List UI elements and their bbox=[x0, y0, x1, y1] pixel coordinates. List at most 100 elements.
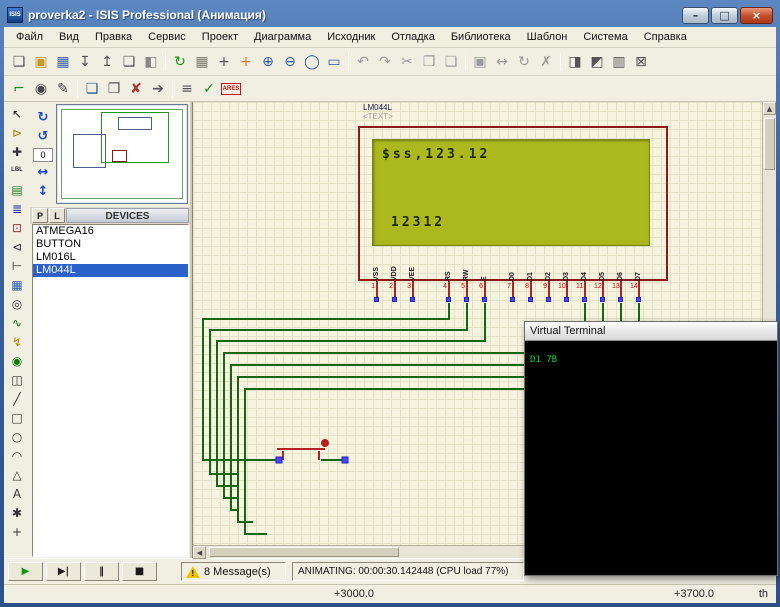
new-sheet-button[interactable]: ❐ bbox=[103, 78, 125, 100]
2d-box-mode-button[interactable]: □ bbox=[7, 408, 28, 427]
zoom-in-button[interactable]: ⊕ bbox=[257, 51, 279, 73]
2d-line-mode-button[interactable]: ╱ bbox=[7, 389, 28, 408]
2d-circle-mode-button[interactable]: ○ bbox=[7, 427, 28, 446]
library-manager-button[interactable]: L bbox=[49, 208, 65, 223]
grid-toggle-button[interactable]: ▦ bbox=[191, 51, 213, 73]
print-button[interactable]: ❏ bbox=[118, 51, 140, 73]
terminal-mode-button[interactable]: ⊲ bbox=[7, 237, 28, 256]
device-item-lm016l[interactable]: LM016L bbox=[33, 251, 188, 264]
scroll-up-arrow[interactable]: ▲ bbox=[763, 102, 776, 115]
redo-button[interactable]: ↷ bbox=[374, 51, 396, 73]
tape-recorder-mode-button[interactable]: ◎ bbox=[7, 294, 28, 313]
pick-device-button[interactable]: ◨ bbox=[564, 51, 586, 73]
virtual-terminal-screen[interactable]: D1 7B bbox=[525, 341, 777, 575]
step-button[interactable]: ▶| bbox=[46, 562, 81, 581]
search-tag-button[interactable]: ◉ bbox=[30, 78, 52, 100]
device-pin-mode-button[interactable]: ⊢ bbox=[7, 256, 28, 275]
zoom-area-button[interactable]: ▭ bbox=[323, 51, 345, 73]
virtual-instruments-mode-button[interactable]: ◫ bbox=[7, 370, 28, 389]
generator-mode-button[interactable]: ∿ bbox=[7, 313, 28, 332]
2d-path-mode-button[interactable]: △ bbox=[7, 465, 28, 484]
close-button[interactable]: × bbox=[740, 7, 773, 24]
cursor-origin-button[interactable]: + bbox=[235, 51, 257, 73]
selection-mode-button[interactable]: ↖ bbox=[7, 104, 28, 123]
menu-item-4[interactable]: Проект bbox=[194, 29, 246, 45]
2d-arc-mode-button[interactable]: ◠ bbox=[7, 446, 28, 465]
wire-autorouter-button[interactable]: ⌐ bbox=[8, 78, 30, 100]
zoom-all-button[interactable]: ◯ bbox=[301, 51, 323, 73]
zoom-out-button[interactable]: ⊖ bbox=[279, 51, 301, 73]
property-assignment-button[interactable]: ✎ bbox=[52, 78, 74, 100]
wire-label-mode-button[interactable]: LBL bbox=[7, 161, 28, 180]
graph-mode-button[interactable]: ▦ bbox=[7, 275, 28, 294]
2d-text-mode-button[interactable]: A bbox=[7, 484, 28, 503]
component-mode-button[interactable]: ⊳ bbox=[7, 123, 28, 142]
voltage-probe-mode-button[interactable]: ↯ bbox=[7, 332, 28, 351]
menu-item-11[interactable]: Справка bbox=[636, 29, 695, 45]
design-explorer-button[interactable]: ❏ bbox=[81, 78, 103, 100]
menu-item-3[interactable]: Сервис bbox=[140, 29, 194, 45]
mirror-horizontal-button[interactable]: ↔ bbox=[34, 165, 52, 181]
minimize-button[interactable]: – bbox=[682, 7, 709, 24]
device-item-atmega16[interactable]: ATMEGA16 bbox=[33, 225, 188, 238]
stop-button[interactable]: ■ bbox=[122, 562, 157, 581]
menu-item-10[interactable]: Система bbox=[575, 29, 635, 45]
maximize-button[interactable]: □ bbox=[711, 7, 738, 24]
device-item-button[interactable]: BUTTON bbox=[33, 238, 188, 251]
virtual-terminal-titlebar[interactable]: Virtual Terminal bbox=[525, 322, 777, 341]
open-file-button[interactable]: ▣ bbox=[30, 51, 52, 73]
remove-sheet-button[interactable]: ✘ bbox=[125, 78, 147, 100]
bus-mode-button[interactable]: ≣ bbox=[7, 199, 28, 218]
menu-item-0[interactable]: Файл bbox=[8, 29, 51, 45]
block-move-button[interactable]: ↔ bbox=[491, 51, 513, 73]
overview-panel[interactable] bbox=[56, 104, 188, 204]
import-section-button[interactable]: ↧ bbox=[74, 51, 96, 73]
menu-item-8[interactable]: Библиотека bbox=[443, 29, 519, 45]
junction-dot-mode-button[interactable]: ✚ bbox=[7, 142, 28, 161]
netlist-to-ares-button[interactable]: ARES bbox=[220, 78, 242, 100]
undo-button[interactable]: ↶ bbox=[352, 51, 374, 73]
title-bar[interactable]: ISIS proverka2 - ISIS Professional (Аним… bbox=[4, 3, 776, 27]
menu-item-9[interactable]: Шаблон bbox=[519, 29, 576, 45]
horizontal-scroll-thumb[interactable] bbox=[209, 547, 399, 557]
scroll-left-arrow[interactable]: ◀ bbox=[193, 546, 206, 559]
vertical-scroll-thumb[interactable] bbox=[764, 118, 775, 170]
cut-button[interactable]: ✂ bbox=[396, 51, 418, 73]
block-rotate-button[interactable]: ↻ bbox=[513, 51, 535, 73]
packaging-tool-button[interactable]: ▥ bbox=[608, 51, 630, 73]
play-button[interactable]: ▶ bbox=[8, 562, 43, 581]
menu-item-7[interactable]: Отладка bbox=[383, 29, 442, 45]
rotation-angle-input[interactable] bbox=[33, 148, 53, 162]
virtual-terminal-window[interactable]: Virtual Terminal D1 7B bbox=[524, 321, 778, 576]
pause-button[interactable]: ‖ bbox=[84, 562, 119, 581]
menu-item-2[interactable]: Правка bbox=[87, 29, 140, 45]
subcircuit-mode-button[interactable]: ⊡ bbox=[7, 218, 28, 237]
make-device-button[interactable]: ◩ bbox=[586, 51, 608, 73]
menu-item-6[interactable]: Исходник bbox=[319, 29, 383, 45]
save-file-button[interactable]: ▦ bbox=[52, 51, 74, 73]
new-file-button[interactable]: ❑ bbox=[8, 51, 30, 73]
pick-devices-button[interactable]: P bbox=[32, 208, 48, 223]
2d-symbol-mode-button[interactable]: ✱ bbox=[7, 503, 28, 522]
message-panel[interactable]: ! 8 Message(s) bbox=[181, 562, 286, 581]
goto-sheet-button[interactable]: ➔ bbox=[147, 78, 169, 100]
electrical-rules-check-button[interactable]: ✓ bbox=[198, 78, 220, 100]
false-origin-button[interactable]: + bbox=[213, 51, 235, 73]
text-script-mode-button[interactable]: ▤ bbox=[7, 180, 28, 199]
block-delete-button[interactable]: ✗ bbox=[535, 51, 557, 73]
mirror-vertical-button[interactable]: ↕ bbox=[34, 184, 52, 200]
copy-button[interactable]: ❐ bbox=[418, 51, 440, 73]
bill-of-materials-button[interactable]: ≡ bbox=[176, 78, 198, 100]
decompose-button[interactable]: ⊠ bbox=[630, 51, 652, 73]
paste-button[interactable]: ❑ bbox=[440, 51, 462, 73]
menu-item-1[interactable]: Вид bbox=[51, 29, 87, 45]
menu-item-5[interactable]: Диаграмма bbox=[246, 29, 319, 45]
marker-mode-button[interactable]: + bbox=[7, 522, 28, 541]
mark-output-area-button[interactable]: ◧ bbox=[140, 51, 162, 73]
rotate-anticlockwise-button[interactable]: ↺ bbox=[34, 129, 52, 145]
export-section-button[interactable]: ↥ bbox=[96, 51, 118, 73]
block-copy-button[interactable]: ▣ bbox=[469, 51, 491, 73]
current-probe-mode-button[interactable]: ◉ bbox=[7, 351, 28, 370]
redraw-button[interactable]: ↻ bbox=[169, 51, 191, 73]
rotate-clockwise-button[interactable]: ↻ bbox=[34, 110, 52, 126]
